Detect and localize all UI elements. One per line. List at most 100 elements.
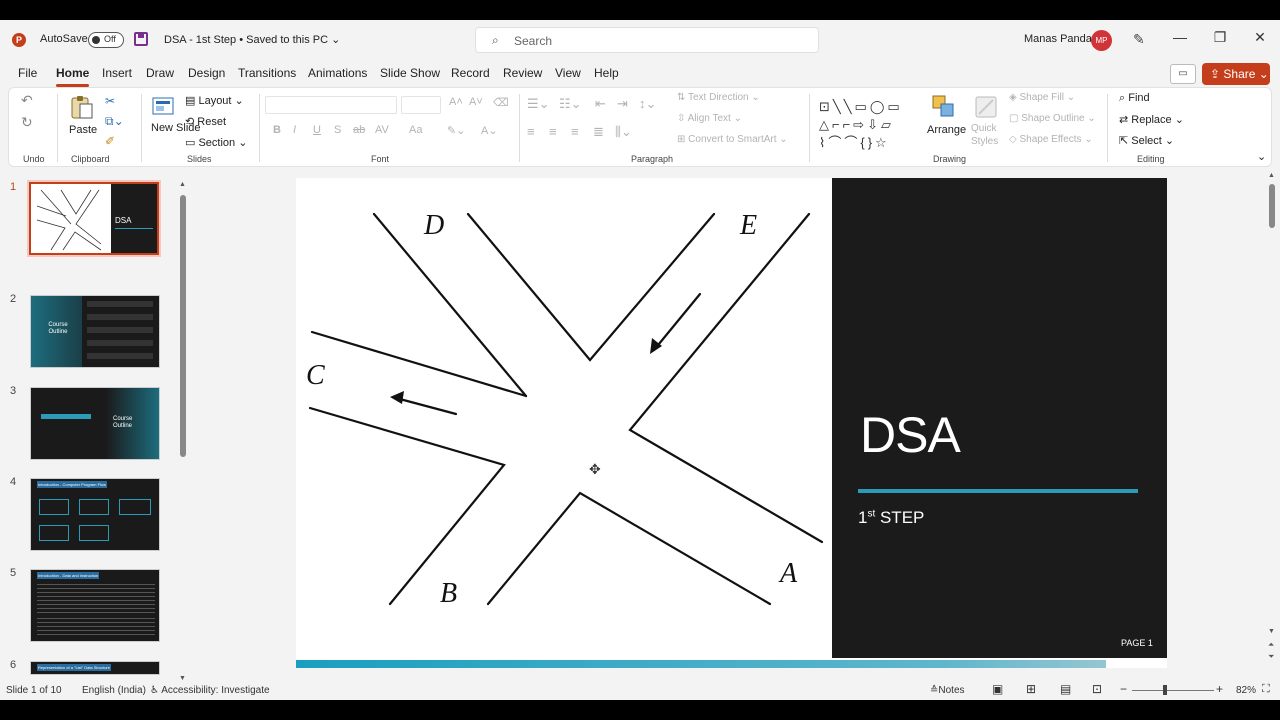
normal-view-icon[interactable]: ▣	[992, 682, 1003, 696]
fit-slide-icon[interactable]: ⛶	[1262, 683, 1270, 696]
scroll-down-icon[interactable]: ▼	[1268, 628, 1275, 635]
restore-icon[interactable]: ❐	[1210, 29, 1230, 46]
comments-button[interactable]: ▭	[1170, 64, 1196, 84]
replace-button[interactable]: ⇄ Replace ⌄	[1119, 113, 1184, 126]
align-left-icon[interactable]: ≡	[527, 124, 535, 139]
decrease-indent-icon[interactable]: ⇤	[595, 96, 606, 112]
reading-view-icon[interactable]: ▤	[1060, 682, 1071, 696]
slide-thumbnail-2[interactable]: Course Outline	[30, 295, 160, 368]
tab-animations[interactable]: Animations	[308, 66, 367, 80]
tab-help[interactable]: Help	[594, 66, 619, 80]
save-icon[interactable]	[134, 32, 148, 46]
zoom-in-icon[interactable]: +	[1216, 682, 1223, 696]
accessibility-button[interactable]: ♿ Accessibility: Investigate	[150, 685, 270, 696]
align-center-icon[interactable]: ≡	[549, 124, 557, 139]
cut-icon[interactable]: ✂	[105, 94, 115, 108]
zoom-out-icon[interactable]: −	[1120, 682, 1127, 696]
copy-icon[interactable]: ⧉⌄	[105, 114, 124, 129]
zoom-slider[interactable]	[1132, 690, 1214, 691]
autosave-toggle[interactable]: Off	[88, 32, 124, 48]
collapse-ribbon-icon[interactable]: ⌄	[1257, 150, 1266, 163]
font-size-dropdown[interactable]	[401, 96, 441, 114]
search-box[interactable]: ⌕ Search	[475, 27, 819, 53]
user-name[interactable]: Manas Panda	[1024, 33, 1092, 45]
align-text-button[interactable]: ⇳ Align Text ⌄	[677, 113, 742, 124]
italic-button[interactable]: I	[293, 124, 296, 136]
slide-canvas[interactable]: D E C B A ✥ DSA 1st STEP PAGE 1	[296, 178, 1167, 668]
shape-fill-button[interactable]: ◈ Shape Fill ⌄	[1009, 92, 1075, 103]
close-icon[interactable]: ✕	[1250, 29, 1270, 46]
tab-insert[interactable]: Insert	[102, 66, 132, 80]
language-indicator[interactable]: English (India)	[82, 685, 146, 696]
slide-thumbnail-1[interactable]: DSA	[27, 180, 161, 257]
junction-diagram[interactable]: D E C B A	[296, 178, 832, 658]
tab-review[interactable]: Review	[503, 66, 542, 80]
notes-button[interactable]: ≙Notes	[930, 685, 965, 696]
numbering-icon[interactable]: ☷⌄	[559, 96, 582, 112]
zoom-slider-thumb[interactable]	[1163, 685, 1167, 695]
text-direction-button[interactable]: ⇅ Text Direction ⌄	[677, 92, 760, 103]
slide-thumbnail-4[interactable]: Introduction - Computer Program Flow	[30, 478, 160, 551]
line-spacing-icon[interactable]: ↕⌄	[639, 96, 656, 112]
slide-thumbnail-3[interactable]: Course Outline	[30, 387, 160, 460]
underline-button[interactable]: U	[313, 124, 321, 136]
slide-scrollbar[interactable]: ▲ ▼ ⏶ ⏷	[1266, 172, 1278, 668]
bullets-icon[interactable]: ☰⌄	[527, 96, 550, 112]
format-painter-icon[interactable]: ✐	[105, 134, 115, 148]
clear-format-icon[interactable]: ⌫	[493, 96, 509, 109]
arrange-label[interactable]: Arrange	[927, 124, 966, 136]
new-slide-icon[interactable]	[151, 94, 177, 120]
bold-button[interactable]: B	[273, 124, 281, 136]
tab-file[interactable]: File	[18, 66, 37, 80]
document-title[interactable]: DSA - 1st Step • Saved to this PC ⌄	[164, 33, 340, 46]
share-button[interactable]: ⇪ Share ⌄	[1202, 63, 1270, 85]
increase-font-icon[interactable]: A˄	[449, 96, 463, 108]
arrange-icon[interactable]	[931, 94, 957, 120]
prev-slide-icon[interactable]: ⏶	[1268, 640, 1274, 650]
shadow-button[interactable]: S	[334, 124, 341, 136]
find-button[interactable]: ⌕ Find	[1119, 92, 1150, 105]
slide-thumbnail-6[interactable]: Representation of a "List" Data Structur…	[30, 661, 160, 675]
shape-effects-button[interactable]: ◇ Shape Effects ⌄	[1009, 134, 1093, 145]
tab-design[interactable]: Design	[188, 66, 225, 80]
scroll-up-icon[interactable]: ▲	[1268, 172, 1275, 179]
slideshow-view-icon[interactable]: ⊡	[1092, 682, 1102, 696]
slide-thumbnail-5[interactable]: Introduction - Data and Instruction	[30, 569, 160, 642]
scroll-up-icon[interactable]: ▲	[179, 181, 186, 188]
select-button[interactable]: ⇱ Select ⌄	[1119, 134, 1174, 147]
tab-view[interactable]: View	[555, 66, 581, 80]
avatar[interactable]: MP	[1091, 30, 1112, 51]
reset-button[interactable]: ⟲ Reset	[185, 115, 226, 128]
tab-draw[interactable]: Draw	[146, 66, 174, 80]
font-name-dropdown[interactable]	[265, 96, 397, 114]
quick-styles-label[interactable]: Quick Styles	[971, 122, 1001, 148]
char-spacing-button[interactable]: AV	[375, 124, 389, 136]
tab-transitions[interactable]: Transitions	[238, 66, 296, 80]
section-button[interactable]: ▭ Section ⌄	[185, 136, 247, 149]
increase-indent-icon[interactable]: ⇥	[617, 96, 628, 112]
pen-icon[interactable]: ✎	[1133, 31, 1145, 48]
convert-smartart-button[interactable]: ⊞ Convert to SmartArt ⌄	[677, 134, 788, 145]
align-right-icon[interactable]: ≡	[571, 124, 579, 139]
tab-home[interactable]: Home	[56, 66, 90, 87]
font-color-icon[interactable]: A⌄	[481, 124, 498, 137]
columns-icon[interactable]: ⫼⌄	[615, 124, 632, 140]
shape-outline-button[interactable]: ▢ Shape Outline ⌄	[1009, 113, 1096, 124]
highlight-icon[interactable]: ✎⌄	[447, 124, 465, 137]
shapes-gallery[interactable]: ⊡╲╲▭◯▭ △⌐⌐⇨⇩▱ ⌇⌒⌒{}☆	[819, 98, 903, 152]
slide-subtitle[interactable]: 1st STEP	[858, 508, 924, 528]
strikethrough-button[interactable]: ab	[353, 124, 365, 136]
next-slide-icon[interactable]: ⏷	[1268, 652, 1274, 662]
minimize-icon[interactable]: —	[1170, 29, 1190, 45]
thumbnail-scrollbar[interactable]: ▲ ▼	[179, 181, 187, 682]
paste-label[interactable]: Paste	[69, 124, 97, 136]
slide-sorter-icon[interactable]: ⊞	[1026, 682, 1036, 696]
decrease-font-icon[interactable]: A˅	[469, 96, 483, 108]
scroll-thumb[interactable]	[180, 195, 186, 457]
justify-icon[interactable]: ≣	[593, 124, 604, 140]
tab-record[interactable]: Record	[451, 66, 490, 80]
paste-icon[interactable]	[69, 94, 95, 120]
change-case-button[interactable]: Aa	[409, 124, 422, 136]
slide-title[interactable]: DSA	[860, 406, 961, 464]
zoom-level[interactable]: 82%	[1236, 685, 1256, 696]
